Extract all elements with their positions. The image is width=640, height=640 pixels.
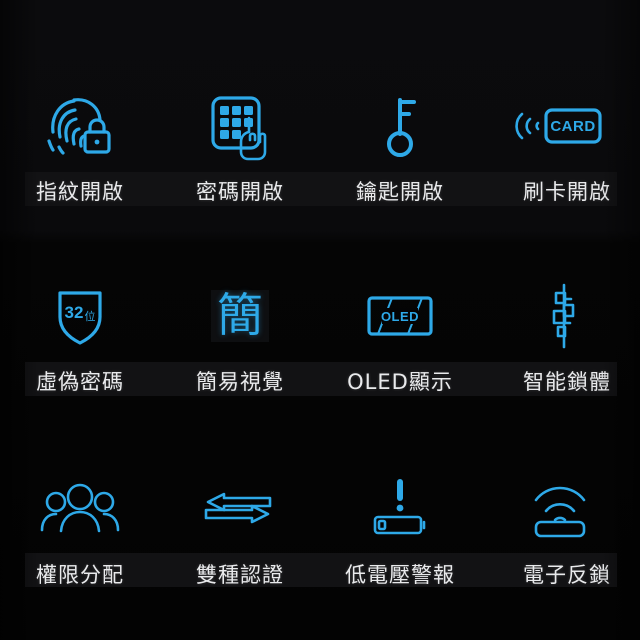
shield-icon: 32 位 xyxy=(30,270,130,362)
simplified-character-icon: 簡 xyxy=(190,270,290,362)
fingerprint-lock-icon xyxy=(30,80,130,172)
feature-row-2: 32 位 虛偽密碼 簡 簡易視覺 OLED OLED顯示 智能鎖體 xyxy=(0,252,640,447)
feature-item-fake-password[interactable]: 32 位 虛偽密碼 xyxy=(0,252,160,447)
feature-label: 密碼開啟 xyxy=(196,180,284,204)
wireless-deadbolt-icon xyxy=(510,463,610,555)
feature-item-deadbolt[interactable]: 電子反鎖 xyxy=(480,445,640,640)
feature-label: 電子反鎖 xyxy=(523,563,611,587)
feature-item-password[interactable]: 密碼開啟 xyxy=(160,62,320,257)
feature-item-oled[interactable]: OLED OLED顯示 xyxy=(320,252,480,447)
shield-icon-number: 32 xyxy=(65,303,84,322)
feature-label: 鑰匙開啟 xyxy=(356,180,444,204)
feature-label: 權限分配 xyxy=(36,563,124,587)
feature-item-two-factor[interactable]: 雙種認證 xyxy=(160,445,320,640)
rfid-card-icon: CARD xyxy=(510,80,610,172)
key-icon xyxy=(350,80,450,172)
feature-label: 刷卡開啟 xyxy=(523,180,611,204)
feature-label: 雙種認證 xyxy=(196,563,284,587)
smart-lock-body-icon xyxy=(510,270,610,362)
keypad-touch-icon xyxy=(190,80,290,172)
feature-row-1: 指紋開啟 密碼開啟 鑰匙開啟 CARD 刷卡開啟 xyxy=(0,62,640,257)
oled-screen-icon: OLED xyxy=(350,270,450,362)
feature-label: 指紋開啟 xyxy=(36,180,124,204)
feature-item-card[interactable]: CARD 刷卡開啟 xyxy=(480,62,640,257)
feature-item-key[interactable]: 鑰匙開啟 xyxy=(320,62,480,257)
shield-icon-unit: 位 xyxy=(85,309,96,323)
feature-item-fingerprint[interactable]: 指紋開啟 xyxy=(0,62,160,257)
feature-item-simple-visual[interactable]: 簡 簡易視覺 xyxy=(160,252,320,447)
card-icon-text: CARD xyxy=(550,118,595,135)
feature-label: 智能鎖體 xyxy=(523,370,611,394)
feature-label: 虛偽密碼 xyxy=(36,370,124,394)
feature-grid-panel: 指紋開啟 密碼開啟 鑰匙開啟 CARD 刷卡開啟 32 位 虛偽密碼 簡 簡易視… xyxy=(0,0,640,640)
feature-item-low-battery[interactable]: 低電壓警報 xyxy=(320,445,480,640)
oled-icon-text: OLED xyxy=(381,309,419,324)
feature-label: OLED顯示 xyxy=(347,370,453,394)
users-group-icon xyxy=(30,463,130,555)
feature-label: 簡易視覺 xyxy=(196,370,284,394)
simplified-character-glyph: 簡 xyxy=(211,290,269,342)
feature-label: 低電壓警報 xyxy=(345,563,455,587)
low-battery-alert-icon xyxy=(350,463,450,555)
feature-item-smart-lock-body[interactable]: 智能鎖體 xyxy=(480,252,640,447)
feature-item-permissions[interactable]: 權限分配 xyxy=(0,445,160,640)
two-way-arrows-icon xyxy=(190,463,290,555)
feature-row-3: 權限分配 雙種認證 低電壓警報 電子反鎖 xyxy=(0,445,640,640)
